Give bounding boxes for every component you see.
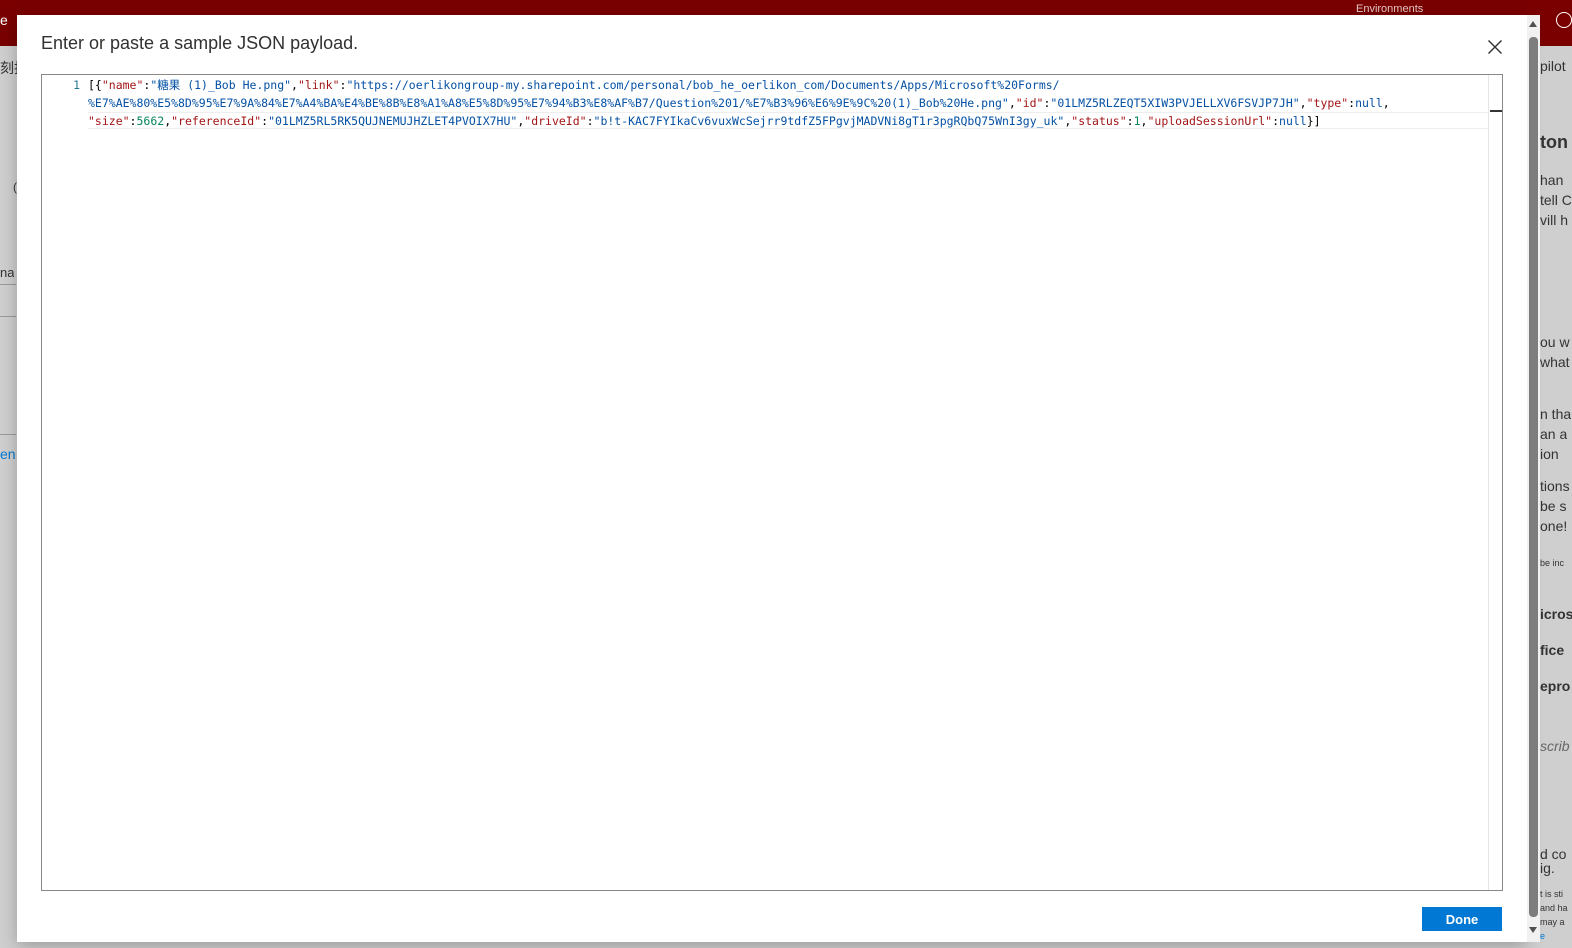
code-token: "status" <box>1071 114 1127 128</box>
line-number-gutter: 1 <box>42 75 86 890</box>
bg-text-fragment: be s <box>1540 498 1567 514</box>
scroll-up-arrow-icon[interactable] <box>1529 21 1537 27</box>
line-number: 1 <box>73 78 80 92</box>
code-token: "01LMZ5RL5RK5QUJNEMUJHZLET4PVOIX7HU" <box>268 114 518 128</box>
overview-ruler[interactable] <box>1488 75 1502 890</box>
code-token: "referenceId" <box>171 114 262 128</box>
bg-text-fragment: epro <box>1540 678 1571 694</box>
code-token: "driveId" <box>524 114 587 128</box>
bg-text-fragment: one! <box>1540 518 1568 534</box>
environments-label[interactable]: Environments <box>1356 3 1423 15</box>
code-token: "uploadSessionUrl" <box>1147 114 1273 128</box>
bg-text-fragment: fice <box>1540 642 1565 658</box>
close-button[interactable] <box>1483 35 1507 59</box>
code-token: "name" <box>101 78 144 92</box>
code-token: null <box>1279 114 1307 128</box>
bg-text-fragment: tions <box>1540 478 1570 494</box>
bg-text-fragment: ig. <box>1540 860 1555 876</box>
page-scrollbar[interactable] <box>1527 15 1540 942</box>
code-content[interactable]: [{"name":"糖果 (1)_Bob He.png","link":"htt… <box>88 76 1488 130</box>
code-token: }] <box>1306 114 1321 128</box>
code-token: : <box>1272 114 1280 128</box>
bg-text-fragment: an a <box>1540 426 1568 442</box>
bg-divider <box>0 284 16 285</box>
bg-text-fragment: may a <box>1540 917 1565 927</box>
code-token: "id" <box>1015 96 1044 110</box>
code-token: null <box>1355 96 1383 110</box>
done-button[interactable]: Done <box>1422 907 1502 931</box>
bg-text-fragment: and ha <box>1540 903 1568 913</box>
code-token: : <box>586 114 594 128</box>
bg-text-fragment: n tha <box>1540 406 1572 422</box>
bg-text-fragment: tell C <box>1540 192 1572 208</box>
bg-text-fragment: icros <box>1540 606 1572 622</box>
code-token: 1 <box>1133 114 1141 128</box>
code-token: "https://oerlikongroup-my.sharepoint.com… <box>346 78 1060 92</box>
bg-text-fragment: ou w <box>1540 334 1570 350</box>
json-payload-dialog: Enter or paste a sample JSON payload. 1 … <box>17 15 1527 942</box>
bg-text-fragment: be inc <box>1540 558 1565 568</box>
bg-text-fragment: pilot <box>1540 58 1566 74</box>
code-token: , <box>1008 96 1016 110</box>
bg-text-fragment: vill h <box>1540 212 1569 228</box>
code-token: [{ <box>88 78 102 92</box>
code-token: "01LMZ5RLZEQT5XIW3PVJELLXV6FSVJP7JH" <box>1050 96 1300 110</box>
bg-text-fragment: ion <box>1540 446 1559 462</box>
bg-text-fragment: han <box>1540 172 1564 188</box>
code-line: [{"name":"糖果 (1)_Bob He.png","link":"htt… <box>88 76 1488 94</box>
code-token: : <box>1126 114 1134 128</box>
code-token: "type" <box>1306 96 1349 110</box>
code-token: "b!t-KAC7FYIkaCv6vuxWcSejrr9tdfZ5FPgvjMA… <box>593 114 1065 128</box>
bg-text-fragment: scrib <box>1540 738 1570 754</box>
header-left-fragment: e <box>0 12 8 28</box>
bg-text-fragment: ton <box>1540 132 1568 152</box>
bg-text-fragment: what <box>1540 354 1570 370</box>
dialog-title: Enter or paste a sample JSON payload. <box>41 33 359 53</box>
code-token: , <box>1382 96 1390 110</box>
code-line: "size":5662,"referenceId":"01LMZ5RL5RK5Q… <box>88 112 1488 130</box>
json-editor[interactable]: 1 [{"name":"糖果 (1)_Bob He.png","link":"h… <box>41 74 1503 891</box>
code-token: "糖果 (1)_Bob He.png" <box>150 78 292 92</box>
cursor-position-marker <box>1490 110 1502 112</box>
bg-divider <box>0 434 16 435</box>
code-token: %E7%AE%80%E5%8D%95%E7%9A%84%E7%A4%BA%E4%… <box>88 96 1009 110</box>
code-token: "link" <box>297 78 340 92</box>
bg-text-fragment: t is sti <box>1540 889 1564 899</box>
feedback-smiley-icon[interactable] <box>1556 12 1572 28</box>
bg-text-fragment: e <box>1540 931 1546 941</box>
code-token: "size" <box>88 114 130 128</box>
code-token: , <box>291 78 298 92</box>
bg-text-fragment: na <box>0 265 15 280</box>
close-icon <box>1488 40 1502 54</box>
scrollbar-thumb[interactable] <box>1529 37 1538 917</box>
bg-divider <box>0 316 16 317</box>
code-token: , <box>1299 96 1307 110</box>
code-line: %E7%AE%80%E5%8D%95%E7%9A%84%E7%A4%BA%E4%… <box>88 94 1488 112</box>
code-token: 5662 <box>136 114 165 128</box>
bg-text-fragment: en <box>0 446 16 462</box>
scroll-down-arrow-icon[interactable] <box>1529 927 1537 933</box>
